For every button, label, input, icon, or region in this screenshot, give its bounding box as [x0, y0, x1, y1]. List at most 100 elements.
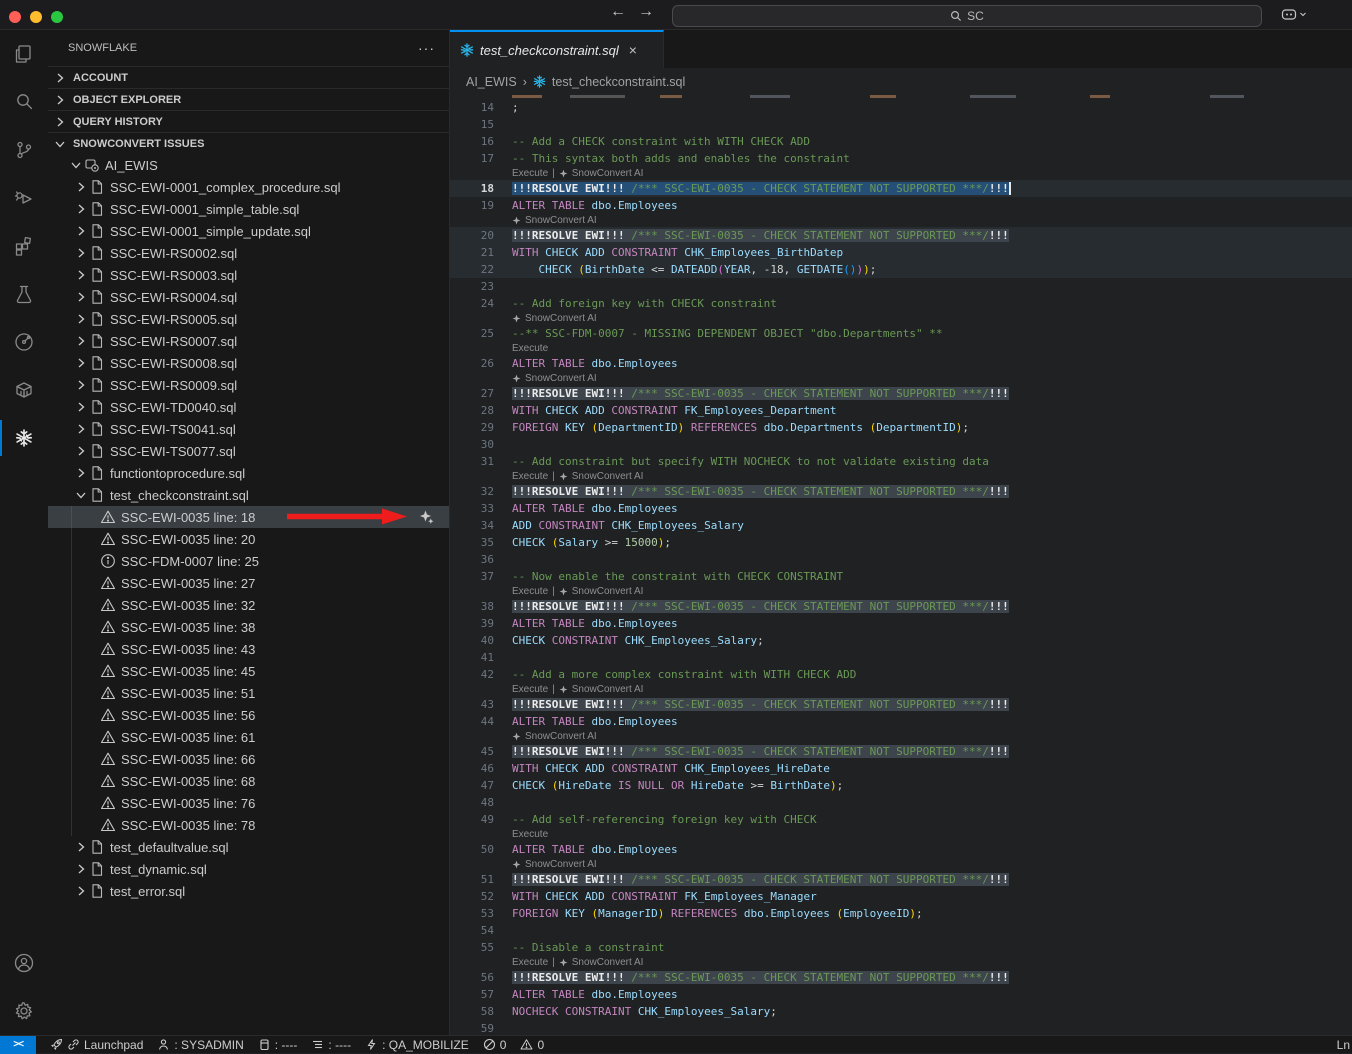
- codelens-row[interactable]: SnowConvert AI: [450, 730, 1352, 743]
- codelens-ai[interactable]: SnowConvert AI: [525, 859, 597, 870]
- tree-issue[interactable]: SSC-EWI-0035 line: 51: [48, 682, 449, 704]
- code-line[interactable]: 45!!!RESOLVE EWI!!! /*** SSC-EWI-0035 - …: [450, 743, 1352, 760]
- forward-arrow-icon[interactable]: →: [634, 3, 658, 21]
- code-line[interactable]: 55-- Disable a constraint: [450, 939, 1352, 956]
- status-item[interactable]: : ----: [258, 1038, 298, 1052]
- code-line[interactable]: 26ALTER TABLE dbo.Employees: [450, 355, 1352, 372]
- tree-file[interactable]: SSC-EWI-TS0077.sql: [48, 440, 449, 462]
- code-line[interactable]: 36: [450, 551, 1352, 568]
- tree-issue[interactable]: SSC-FDM-0007 line: 25: [48, 550, 449, 572]
- tree-file[interactable]: test_dynamic.sql: [48, 858, 449, 880]
- codelens-ai[interactable]: SnowConvert AI: [525, 373, 597, 384]
- codelens-execute[interactable]: Execute: [512, 957, 548, 968]
- code-line[interactable]: 25--** SSC-FDM-0007 - MISSING DEPENDENT …: [450, 325, 1352, 342]
- window-close-button[interactable]: [9, 11, 21, 23]
- code-line[interactable]: 18!!!RESOLVE EWI!!! /*** SSC-EWI-0035 - …: [450, 180, 1352, 197]
- tree-issue[interactable]: SSC-EWI-0035 line: 18: [48, 506, 449, 528]
- breadcrumb-file[interactable]: test_checkconstraint.sql: [552, 75, 685, 89]
- codelens-execute[interactable]: Execute: [512, 471, 548, 482]
- tree-issue[interactable]: SSC-EWI-0035 line: 68: [48, 770, 449, 792]
- ai-fix-sparkle-button[interactable]: [419, 509, 435, 525]
- tree-file[interactable]: SSC-EWI-RS0005.sql: [48, 308, 449, 330]
- codelens-ai[interactable]: SnowConvert AI: [572, 586, 644, 597]
- code-line[interactable]: 58NOCHECK CONSTRAINT CHK_Employees_Salar…: [450, 1003, 1352, 1020]
- code-line[interactable]: 51!!!RESOLVE EWI!!! /*** SSC-EWI-0035 - …: [450, 871, 1352, 888]
- codelens-row[interactable]: SnowConvert AI: [450, 372, 1352, 385]
- tree-file[interactable]: SSC-EWI-RS0003.sql: [48, 264, 449, 286]
- codelens-row[interactable]: Execute|SnowConvert AI: [450, 585, 1352, 598]
- code-line[interactable]: 37-- Now enable the constraint with CHEC…: [450, 568, 1352, 585]
- activity-containers-button[interactable]: [0, 366, 48, 414]
- section-account[interactable]: ACCOUNT: [48, 66, 449, 88]
- codelens-row[interactable]: Execute: [450, 342, 1352, 355]
- code-line[interactable]: 35CHECK (Salary >= 15000);: [450, 534, 1352, 551]
- tree-file[interactable]: functiontoprocedure.sql: [48, 462, 449, 484]
- activity-explorer-button[interactable]: [0, 30, 48, 78]
- tree-schema-AI_EWIS[interactable]: AI_EWIS: [48, 154, 449, 176]
- code-line[interactable]: 15: [450, 116, 1352, 133]
- codelens-row[interactable]: Execute|SnowConvert AI: [450, 167, 1352, 180]
- status-item[interactable]: : ----: [311, 1038, 351, 1052]
- code-line[interactable]: 22 CHECK (BirthDate <= DATEADD(YEAR, -18…: [450, 261, 1352, 278]
- codelens-row[interactable]: SnowConvert AI: [450, 214, 1352, 227]
- codelens-ai[interactable]: SnowConvert AI: [572, 168, 644, 179]
- remote-indicator[interactable]: ><: [0, 1036, 36, 1054]
- codelens-execute[interactable]: Execute: [512, 684, 548, 695]
- activity-search-button[interactable]: [0, 78, 48, 126]
- tree-issue[interactable]: SSC-EWI-0035 line: 45: [48, 660, 449, 682]
- codelens-row[interactable]: SnowConvert AI: [450, 312, 1352, 325]
- code-line[interactable]: 43!!!RESOLVE EWI!!! /*** SSC-EWI-0035 - …: [450, 696, 1352, 713]
- section-query-history[interactable]: QUERY HISTORY: [48, 110, 449, 132]
- code-line[interactable]: 24-- Add foreign key with CHECK constrai…: [450, 295, 1352, 312]
- tree-file[interactable]: SSC-EWI-0001_complex_procedure.sql: [48, 176, 449, 198]
- code-line[interactable]: 34ADD CONSTRAINT CHK_Employees_Salary: [450, 517, 1352, 534]
- tree-issue[interactable]: SSC-EWI-0035 line: 66: [48, 748, 449, 770]
- tree-file[interactable]: SSC-EWI-RS0009.sql: [48, 374, 449, 396]
- activity-references-button[interactable]: [0, 318, 48, 366]
- status-item[interactable]: : SYSADMIN: [157, 1038, 243, 1052]
- codelens-ai[interactable]: SnowConvert AI: [572, 957, 644, 968]
- code-line[interactable]: 38!!!RESOLVE EWI!!! /*** SSC-EWI-0035 - …: [450, 598, 1352, 615]
- code-line[interactable]: 20!!!RESOLVE EWI!!! /*** SSC-EWI-0035 - …: [450, 227, 1352, 244]
- tree-issue[interactable]: SSC-EWI-0035 line: 78: [48, 814, 449, 836]
- codelens-row[interactable]: Execute|SnowConvert AI: [450, 683, 1352, 696]
- tree-issue[interactable]: SSC-EWI-0035 line: 32: [48, 594, 449, 616]
- command-center-search[interactable]: SC: [672, 5, 1262, 27]
- codelens-ai[interactable]: SnowConvert AI: [572, 471, 644, 482]
- code-line[interactable]: 14;: [450, 99, 1352, 116]
- code-line[interactable]: 16-- Add a CHECK constraint with WITH CH…: [450, 133, 1352, 150]
- codelens-execute[interactable]: Execute: [512, 168, 548, 179]
- window-maximize-button[interactable]: [51, 11, 63, 23]
- code-line[interactable]: 17-- This syntax both adds and enables t…: [450, 150, 1352, 167]
- tree-file[interactable]: test_defaultvalue.sql: [48, 836, 449, 858]
- codelens-execute[interactable]: Execute: [512, 343, 548, 354]
- codelens-ai[interactable]: SnowConvert AI: [572, 684, 644, 695]
- cursor-position[interactable]: Ln: [1337, 1036, 1350, 1054]
- status-item[interactable]: Launchpad: [50, 1038, 143, 1052]
- tree-file[interactable]: SSC-EWI-0001_simple_table.sql: [48, 198, 449, 220]
- close-icon[interactable]: ×: [629, 42, 637, 58]
- code-line[interactable]: 19ALTER TABLE dbo.Employees: [450, 197, 1352, 214]
- code-line[interactable]: 39ALTER TABLE dbo.Employees: [450, 615, 1352, 632]
- code-line[interactable]: 54: [450, 922, 1352, 939]
- tree-file[interactable]: SSC-EWI-RS0008.sql: [48, 352, 449, 374]
- tree-issue[interactable]: SSC-EWI-0035 line: 56: [48, 704, 449, 726]
- codelens-execute[interactable]: Execute: [512, 829, 548, 840]
- tree-file[interactable]: SSC-EWI-0001_simple_update.sql: [48, 220, 449, 242]
- code-line[interactable]: 33ALTER TABLE dbo.Employees: [450, 500, 1352, 517]
- code-line[interactable]: 30: [450, 436, 1352, 453]
- tree-file[interactable]: test_error.sql: [48, 880, 449, 902]
- more-actions-icon[interactable]: ···: [418, 40, 435, 56]
- codelens-row[interactable]: Execute: [450, 828, 1352, 841]
- code-line[interactable]: 49-- Add self-referencing foreign key wi…: [450, 811, 1352, 828]
- codelens-execute[interactable]: Execute: [512, 586, 548, 597]
- codelens-ai[interactable]: SnowConvert AI: [525, 731, 597, 742]
- code-line[interactable]: 40CHECK CONSTRAINT CHK_Employees_Salary;: [450, 632, 1352, 649]
- code-line[interactable]: 57ALTER TABLE dbo.Employees: [450, 986, 1352, 1003]
- status-item[interactable]: : QA_MOBILIZE: [365, 1038, 469, 1052]
- activity-extensions-button[interactable]: [0, 222, 48, 270]
- code-line[interactable]: 31-- Add constraint but specify WITH NOC…: [450, 453, 1352, 470]
- tab-test-checkconstraint[interactable]: test_checkconstraint.sql ×: [450, 30, 664, 68]
- activity-run-debug-button[interactable]: [0, 174, 48, 222]
- code-line[interactable]: 32!!!RESOLVE EWI!!! /*** SSC-EWI-0035 - …: [450, 483, 1352, 500]
